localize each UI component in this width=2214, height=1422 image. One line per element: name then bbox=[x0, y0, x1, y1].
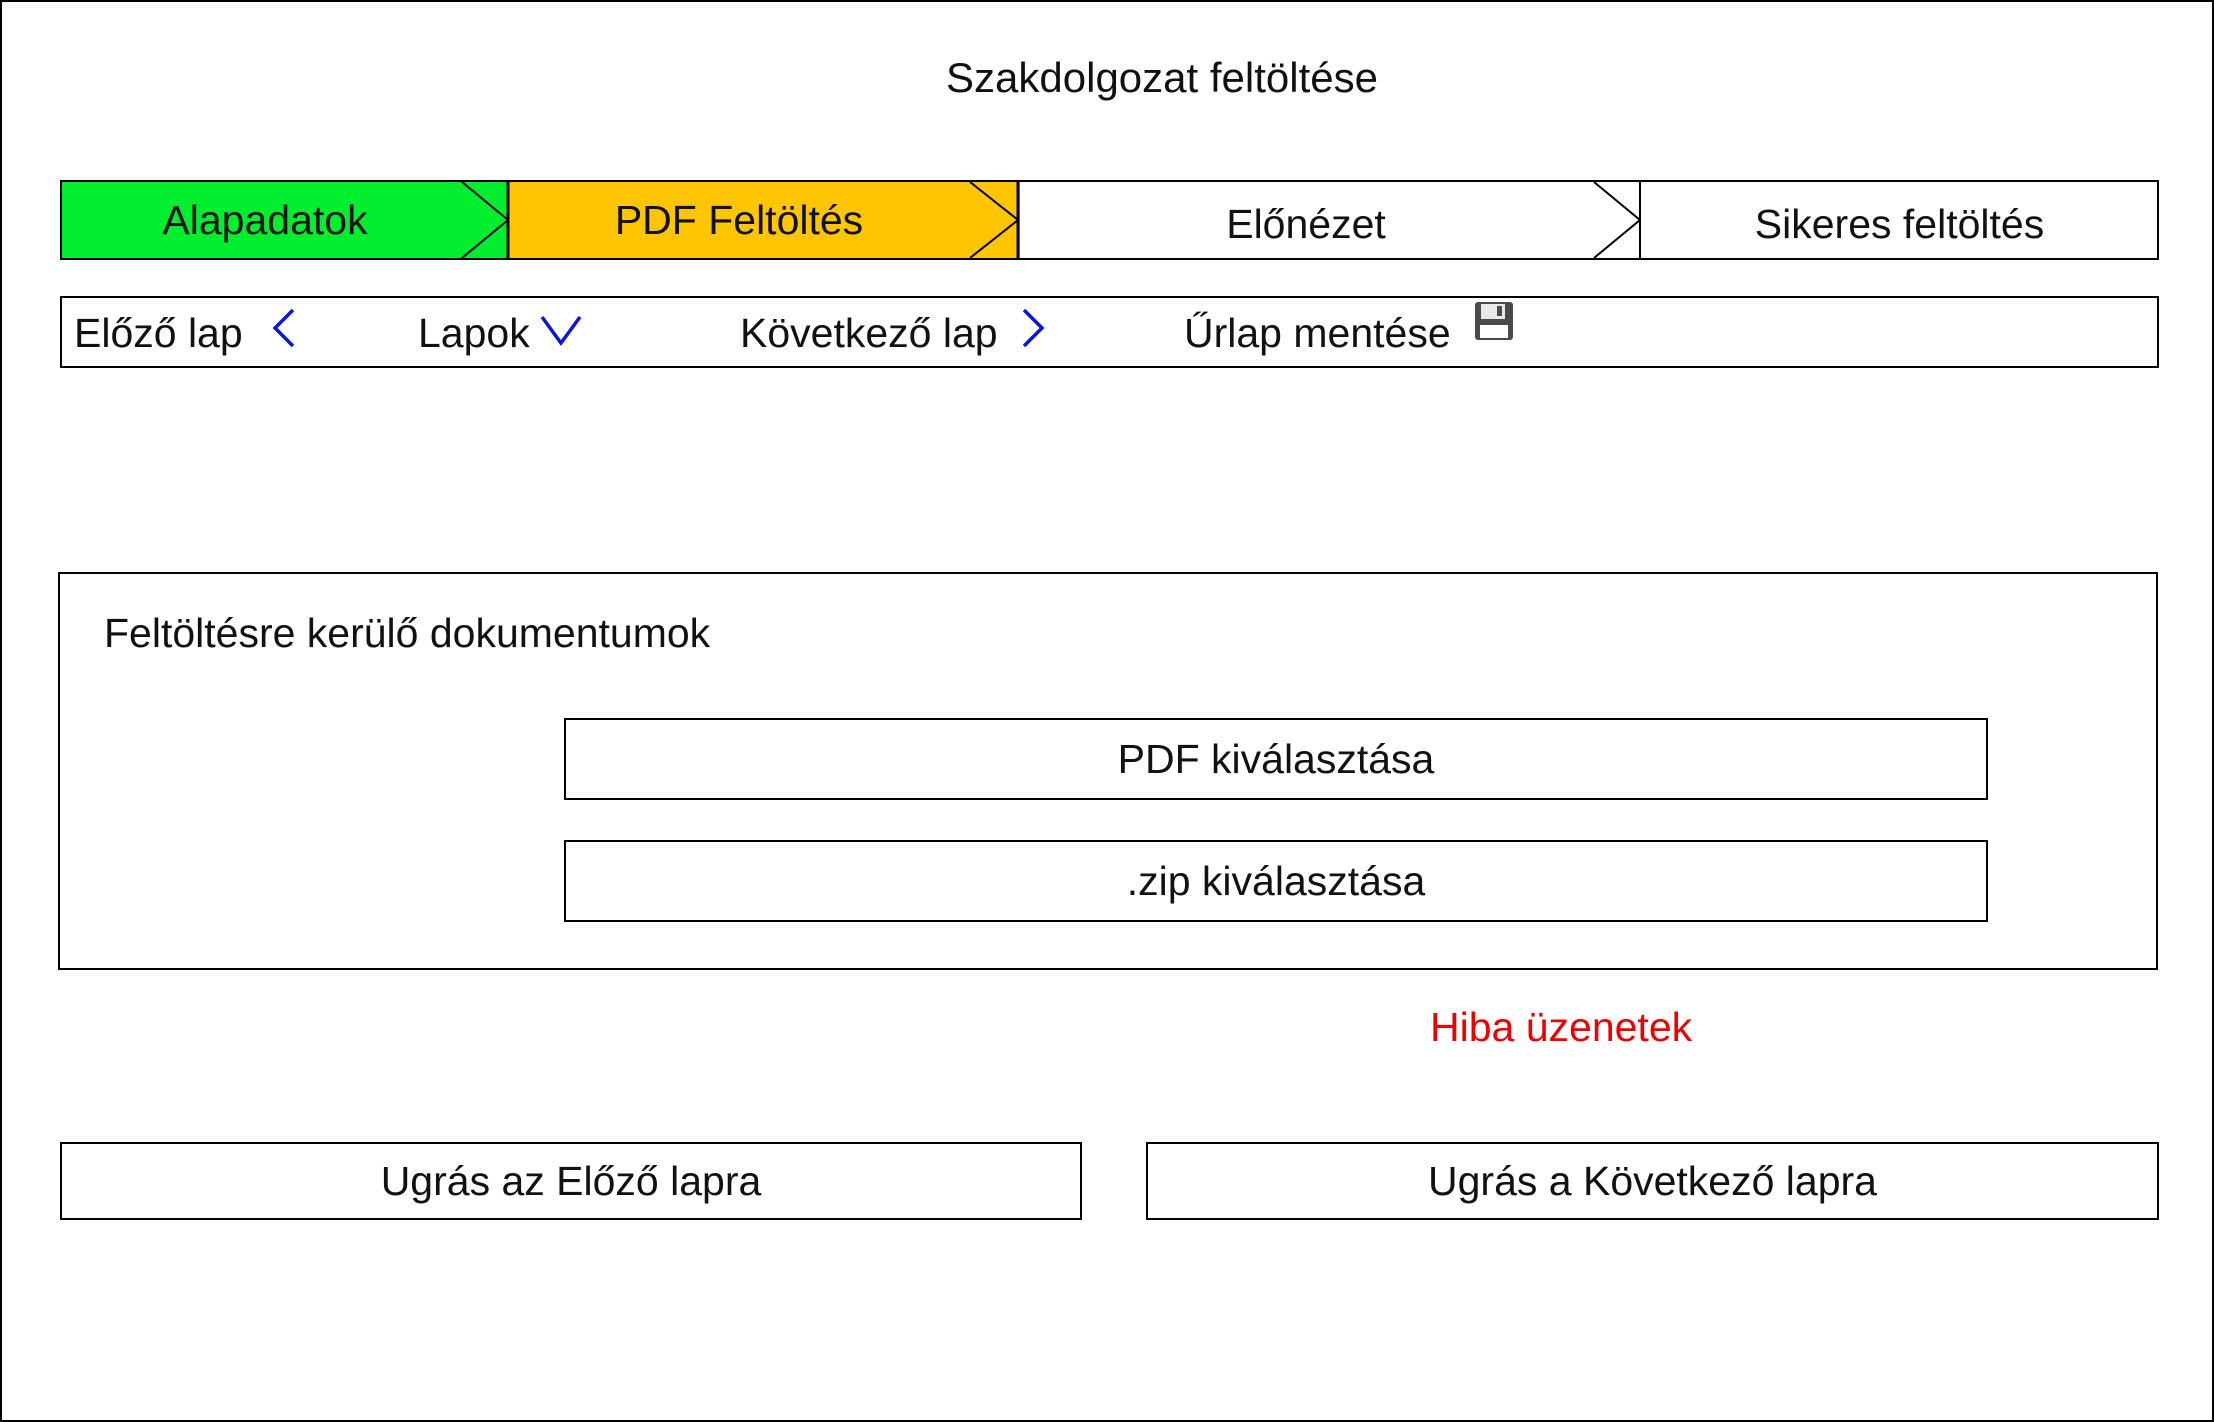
pages-dropdown[interactable]: Lapok bbox=[418, 308, 582, 358]
documents-title: Feltöltésre kerülő dokumentumok bbox=[104, 610, 711, 656]
step-elonezet[interactable]: Előnézet bbox=[1018, 186, 1594, 262]
step-pdf-feltoltes[interactable]: PDF Feltöltés bbox=[508, 182, 970, 258]
select-pdf-button[interactable]: PDF kiválasztása bbox=[564, 718, 1988, 800]
chevron-down-icon bbox=[540, 310, 582, 357]
error-messages: Hiba üzenetek bbox=[1430, 1004, 1693, 1050]
chevron-right-icon bbox=[1020, 307, 1046, 359]
goto-next-page-button[interactable]: Ugrás a Következő lapra bbox=[1146, 1142, 2159, 1220]
save-form-label: Űrlap mentése bbox=[1184, 309, 1451, 356]
navigation-toolbar: Előző lap Lapok Következő lap Űrlap ment… bbox=[60, 296, 2159, 368]
save-form-button[interactable]: Űrlap mentése bbox=[1184, 302, 1515, 358]
prev-page-link[interactable]: Előző lap bbox=[74, 308, 297, 358]
step-alapadatok[interactable]: Alapadatok bbox=[62, 182, 468, 258]
pages-label: Lapok bbox=[418, 309, 530, 356]
documents-panel: Feltöltésre kerülő dokumentumok PDF kivá… bbox=[58, 572, 2158, 970]
next-page-label: Következő lap bbox=[740, 309, 998, 356]
select-zip-button[interactable]: .zip kiválasztása bbox=[564, 840, 1988, 922]
next-page-link[interactable]: Következő lap bbox=[740, 308, 1046, 358]
chevron-left-icon bbox=[271, 307, 297, 359]
goto-prev-page-button[interactable]: Ugrás az Előző lapra bbox=[60, 1142, 1082, 1220]
prev-page-label: Előző lap bbox=[74, 309, 243, 356]
floppy-disk-icon bbox=[1473, 300, 1515, 352]
progress-stepper: Alapadatok PDF Feltöltés Előnézet Sikere… bbox=[60, 180, 2159, 260]
page-title: Szakdolgozat feltöltése bbox=[946, 54, 1378, 101]
step-sikeres-feltoltes[interactable]: Sikeres feltöltés bbox=[1640, 186, 2159, 262]
